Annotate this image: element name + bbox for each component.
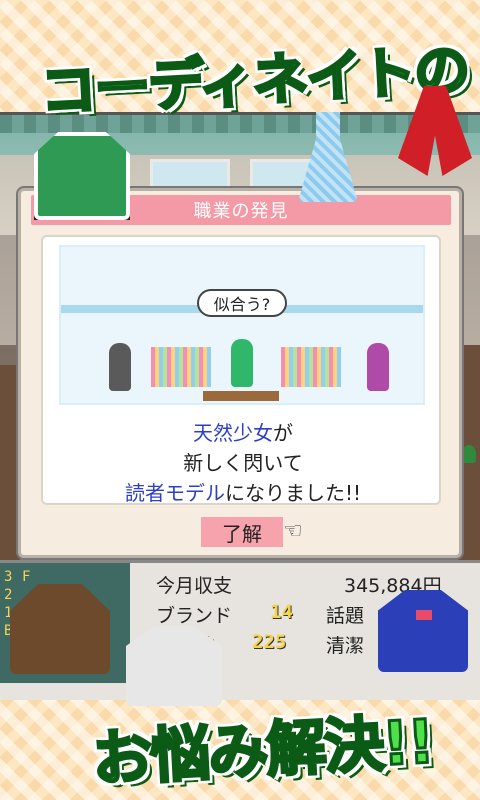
pointing-hand-icon: ☜ bbox=[283, 519, 303, 544]
topic-label: 話題 bbox=[326, 605, 365, 627]
shop-illustration: 似合う? bbox=[59, 245, 425, 405]
model-character bbox=[231, 339, 253, 387]
customer-character bbox=[367, 343, 389, 391]
ok-button[interactable]: 了解 bbox=[201, 517, 283, 547]
footer-headline: お悩み解決!! bbox=[89, 706, 436, 797]
headline-text: コーディネイトの bbox=[37, 36, 471, 126]
clean-label: 清潔 bbox=[326, 635, 365, 657]
dialog-title: 職業の発見 bbox=[193, 201, 289, 222]
message-text: が bbox=[273, 421, 293, 445]
blue-cardigan-icon bbox=[378, 590, 468, 672]
green-jacket-icon bbox=[34, 132, 130, 220]
message-line-1: 天然少女が bbox=[43, 417, 443, 446]
clothes-rack bbox=[151, 347, 211, 387]
stage bbox=[203, 391, 279, 401]
message-line-3: 読者モデルになりました!! bbox=[43, 477, 443, 506]
dialog-content: 似合う? 天然少女が 新しく閃いて 読者モデルになりました!! bbox=[41, 235, 441, 505]
count-value: 225 bbox=[252, 631, 287, 653]
speech-bubble: 似合う? bbox=[197, 289, 287, 317]
brand-value: 14 bbox=[270, 601, 293, 623]
income-label: 今月収支 bbox=[156, 575, 233, 597]
brand-label: ブランド bbox=[156, 605, 233, 627]
message-text: になりました!! bbox=[224, 481, 362, 505]
brown-coat-icon bbox=[10, 584, 110, 674]
floor-f: F bbox=[22, 569, 31, 585]
footer-banner: お悩み解決!! bbox=[0, 692, 480, 797]
bow-icon bbox=[416, 610, 432, 620]
shop-left-wall bbox=[0, 365, 20, 565]
job-discovery-dialog: 職業の発見 似合う? 天然少女が 新しく閃いて 読者モデルになりました!! 了解… bbox=[18, 188, 462, 558]
message-line-2: 新しく閃いて bbox=[183, 451, 303, 475]
plant-icon bbox=[462, 445, 476, 463]
clothes-rack bbox=[281, 347, 341, 387]
floor-2: 2 bbox=[4, 587, 13, 603]
floor-3: 3 bbox=[4, 569, 13, 585]
headline-banner: コーディネイトの bbox=[0, 8, 480, 126]
customer-character bbox=[109, 343, 131, 391]
highlight-name: 天然少女 bbox=[193, 421, 273, 445]
highlight-job: 読者モデル bbox=[124, 481, 225, 505]
white-shirt-icon bbox=[126, 626, 222, 706]
screen: コーディネイトの 職業の発見 似合う? 天然少女が 新しく閃いて 読者モデルにな… bbox=[0, 0, 480, 800]
